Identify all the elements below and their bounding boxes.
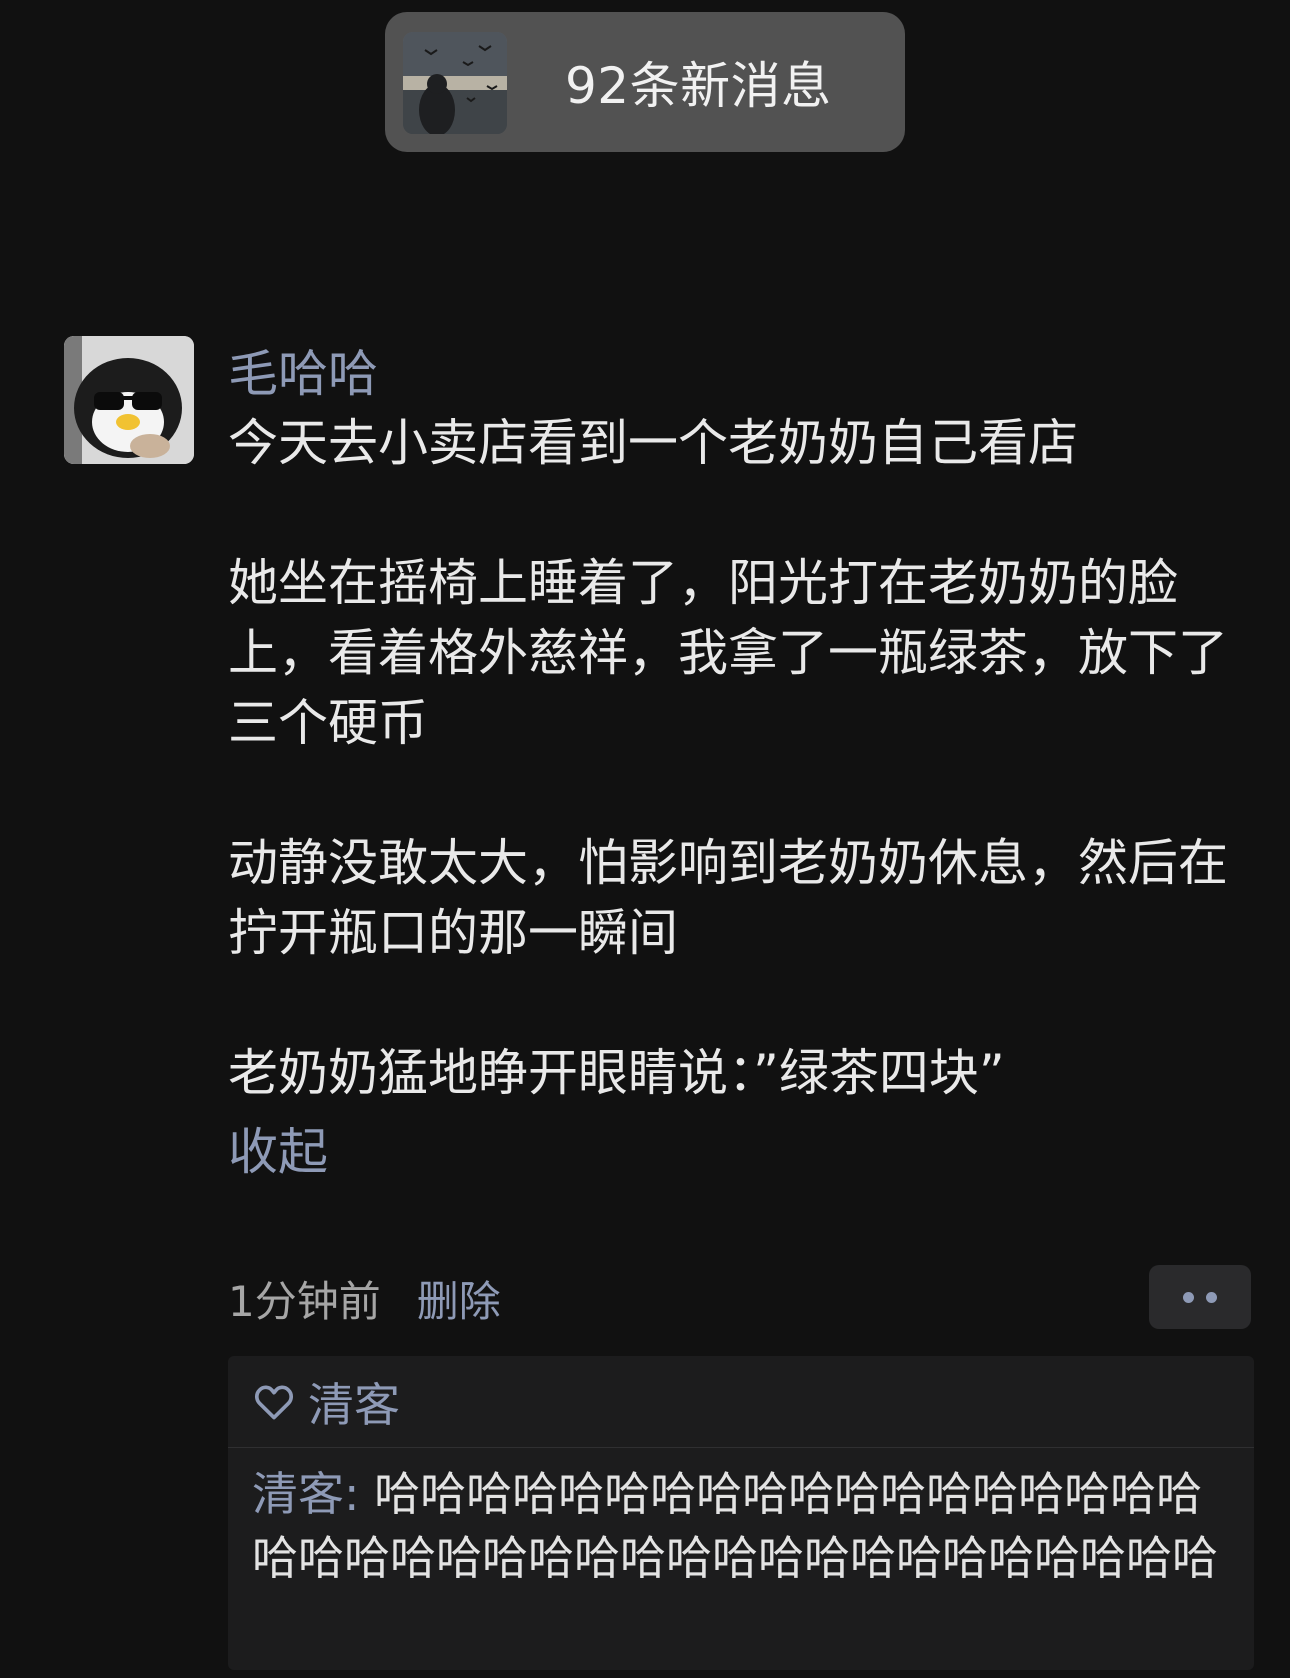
more-dot-icon — [1183, 1291, 1194, 1303]
comment-text: 哈哈哈哈哈哈哈哈哈哈哈哈哈哈哈哈哈哈哈哈哈哈哈哈哈哈哈哈哈哈哈哈哈哈哈哈哈哈哈 — [252, 1467, 1218, 1585]
seagulls-photo-thumbnail — [403, 32, 507, 134]
post-paragraph: 动静没敢太大，怕影响到老奶奶休息，然后在拧开瓶口的那一瞬间 — [228, 834, 1228, 962]
post-paragraph: 今天去小卖店看到一个老奶奶自己看店 — [228, 414, 1078, 472]
heart-icon — [254, 1385, 294, 1419]
likes-comments-box: 清客 清客: 哈哈哈哈哈哈哈哈哈哈哈哈哈哈哈哈哈哈哈哈哈哈哈哈哈哈哈哈哈哈哈哈哈… — [228, 1356, 1254, 1670]
more-dot-icon — [1206, 1291, 1217, 1303]
moment-post: 毛哈哈 今天去小卖店看到一个老奶奶自己看店 她坐在摇椅上睡着了，阳光打在老奶奶的… — [228, 340, 1238, 1192]
author-name[interactable]: 毛哈哈 — [228, 340, 1238, 408]
post-time: 1分钟前 — [228, 1276, 381, 1326]
liker-name[interactable]: 清客 — [308, 1369, 400, 1435]
penguin-sunglasses-avatar[interactable] — [64, 336, 194, 464]
post-paragraph: 她坐在摇椅上睡着了，阳光打在老奶奶的脸上，看着格外慈祥，我拿了一瓶绿茶，放下了三… — [228, 554, 1228, 752]
comment-separator: : — [344, 1467, 375, 1521]
collapse-link[interactable]: 收起 — [228, 1112, 1238, 1192]
post-paragraph: 老奶奶猛地睁开眼睛说：”绿茶四块” — [228, 1044, 1005, 1102]
delete-link[interactable]: 删除 — [417, 1268, 501, 1329]
post-meta: 1分钟前 删除 — [228, 1268, 501, 1328]
new-messages-notification[interactable]: 92条新消息 — [385, 12, 905, 152]
comment-item[interactable]: 清客: 哈哈哈哈哈哈哈哈哈哈哈哈哈哈哈哈哈哈哈哈哈哈哈哈哈哈哈哈哈哈哈哈哈哈哈哈… — [228, 1448, 1254, 1590]
new-messages-label: 92条新消息 — [565, 57, 832, 115]
likes-row: 清客 — [228, 1356, 1254, 1448]
more-actions-button[interactable] — [1149, 1265, 1251, 1329]
comment-author[interactable]: 清客 — [252, 1467, 344, 1521]
